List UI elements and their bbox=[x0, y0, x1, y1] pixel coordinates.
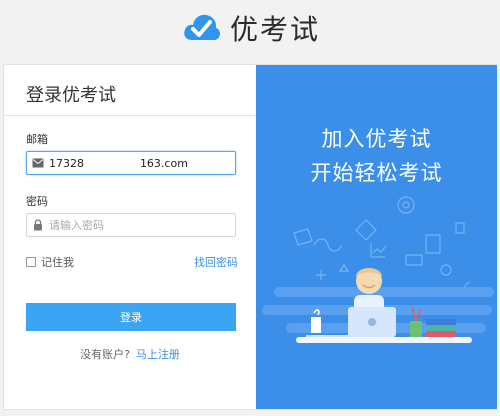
login-panel: 登录优考试 邮箱 17328 163.com 密码 请输入密码 记住我 找回密码… bbox=[4, 65, 256, 409]
brand-name: 优考试 bbox=[229, 13, 320, 46]
forgot-password-link[interactable]: 找回密码 bbox=[194, 254, 238, 270]
login-card: 登录优考试 邮箱 17328 163.com 密码 请输入密码 记住我 找回密码… bbox=[3, 64, 497, 410]
login-title: 登录优考试 bbox=[26, 85, 116, 106]
lock-icon bbox=[27, 219, 49, 231]
envelope-icon bbox=[27, 158, 49, 168]
login-button[interactable]: 登录 bbox=[26, 303, 236, 331]
password-placeholder: 请输入密码 bbox=[49, 219, 104, 232]
study-illustration bbox=[262, 196, 494, 343]
email-label: 邮箱 bbox=[26, 133, 48, 146]
cloud-check-icon bbox=[184, 14, 220, 40]
remember-label: 记住我 bbox=[41, 256, 74, 269]
signup-row: 没有账户? 马上注册 bbox=[4, 346, 256, 362]
email-value: 17328 163.com bbox=[49, 156, 188, 170]
brand[interactable]: 优考试 bbox=[180, 7, 320, 49]
header: 优考试 bbox=[0, 0, 500, 56]
password-field[interactable]: 请输入密码 bbox=[26, 213, 236, 237]
register-link[interactable]: 马上注册 bbox=[136, 348, 180, 361]
password-label: 密码 bbox=[26, 195, 48, 208]
divider bbox=[4, 115, 256, 116]
no-account-text: 没有账户? bbox=[80, 348, 130, 361]
remember-checkbox[interactable] bbox=[26, 257, 36, 267]
email-field[interactable]: 17328 163.com bbox=[26, 151, 236, 175]
promo-panel: 加入优考试 开始轻松考试 bbox=[256, 65, 497, 409]
remember-me[interactable]: 记住我 bbox=[26, 254, 74, 270]
